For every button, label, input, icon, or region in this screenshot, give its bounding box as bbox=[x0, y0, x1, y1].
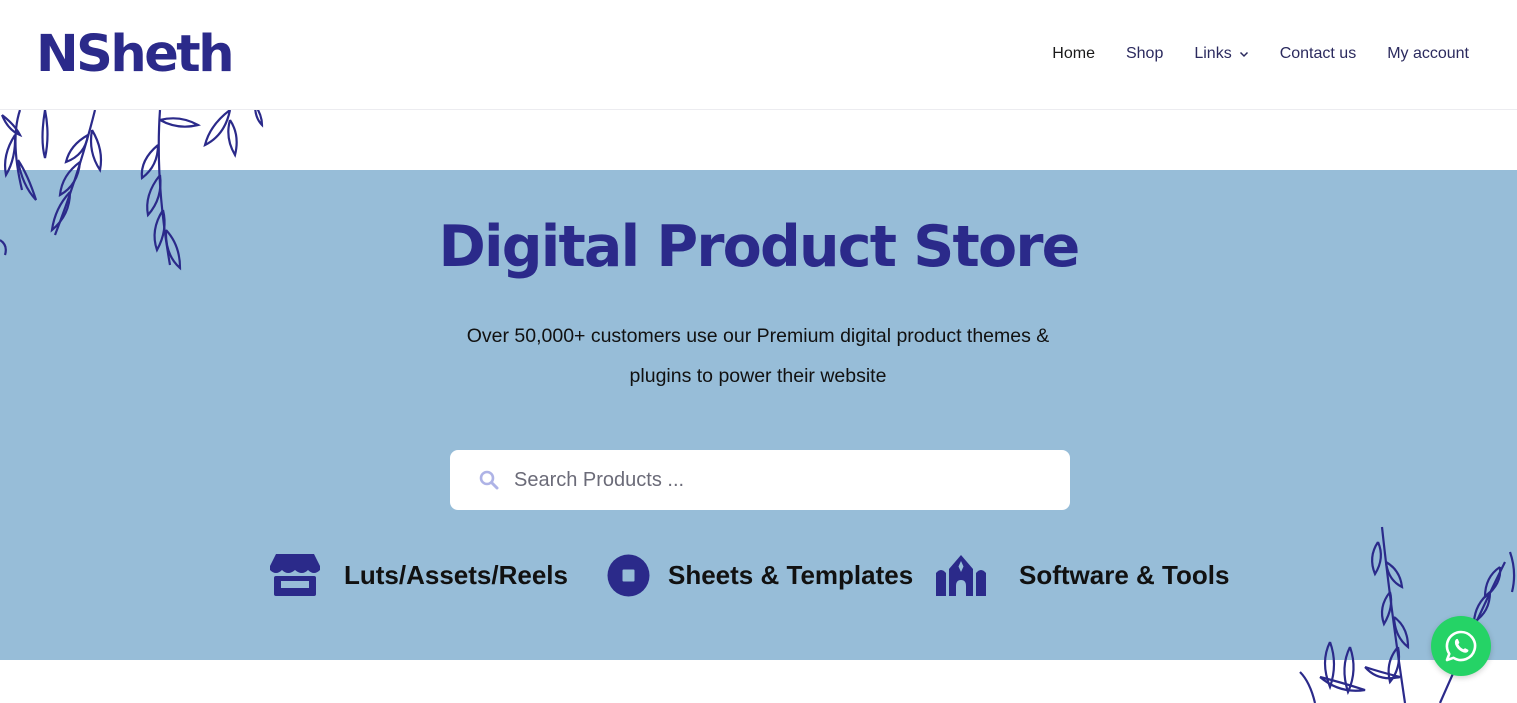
site-logo[interactable]: NSheth bbox=[36, 26, 235, 84]
nav-contact-label: Contact us bbox=[1279, 45, 1357, 62]
category-label: Sheets & Templates bbox=[668, 559, 914, 590]
leaf-decoration-top-left bbox=[0, 104, 264, 271]
chevron-down-icon bbox=[1239, 51, 1248, 58]
stop-circle-icon bbox=[607, 554, 650, 596]
main-nav: Home Shop Links Contact us My account bbox=[1021, 44, 1469, 64]
site-header: NSheth Home Shop Links Contact us My acc… bbox=[0, 0, 1517, 110]
search-input[interactable] bbox=[514, 460, 1054, 500]
hero-subtitle: Over 50,000+ customers use our Premium d… bbox=[466, 325, 1050, 387]
nav-home-label: Home bbox=[1052, 45, 1095, 62]
nav-contact-us[interactable]: Contact us bbox=[1280, 44, 1356, 64]
synagogue-icon bbox=[936, 555, 986, 596]
category-luts-assets-reels[interactable]: Luts/Assets/Reels bbox=[269, 552, 568, 598]
nav-links-label: Links bbox=[1194, 45, 1232, 62]
search-icon[interactable] bbox=[479, 470, 499, 490]
category-label: Software & Tools bbox=[1019, 559, 1230, 590]
nav-shop-label: Shop bbox=[1125, 45, 1164, 62]
whatsapp-chat-button[interactable] bbox=[1431, 616, 1491, 676]
leaf-decoration-bottom-right bbox=[1299, 526, 1516, 703]
store-icon bbox=[270, 554, 320, 596]
nav-shop[interactable]: Shop bbox=[1126, 44, 1163, 64]
nav-links[interactable]: Links bbox=[1194, 44, 1248, 64]
nav-home[interactable]: Home bbox=[1052, 44, 1095, 64]
nav-my-account[interactable]: My account bbox=[1387, 44, 1469, 64]
nav-account-label: My account bbox=[1387, 45, 1469, 62]
category-software-tools[interactable]: Software & Tools bbox=[935, 552, 1229, 598]
category-label: Luts/Assets/Reels bbox=[344, 559, 568, 590]
whatsapp-icon bbox=[1445, 630, 1477, 662]
product-search-box bbox=[450, 450, 1070, 510]
category-sheets-templates[interactable]: Sheets & Templates bbox=[607, 552, 913, 598]
